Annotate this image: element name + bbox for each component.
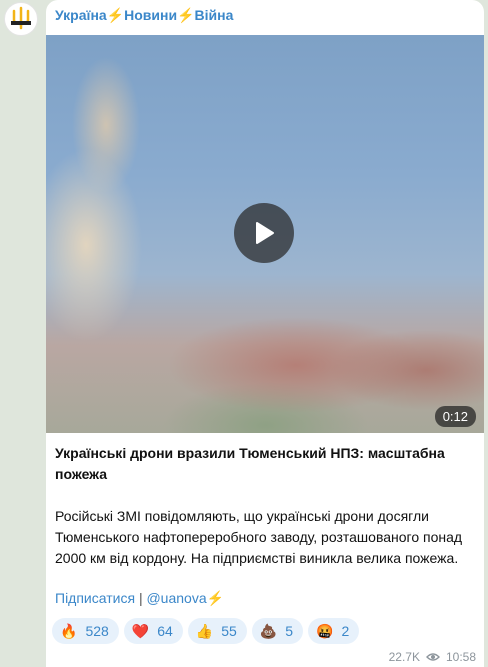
lightning-icon: ⚡ bbox=[106, 7, 125, 23]
subscribe-link[interactable]: Підписатися bbox=[55, 590, 135, 606]
thumbs-up-icon: 👍 bbox=[195, 623, 214, 639]
play-button[interactable] bbox=[234, 203, 294, 263]
reaction-thumbs-up[interactable]: 👍 55 bbox=[187, 618, 247, 644]
reaction-poop[interactable]: 💩 5 bbox=[251, 618, 304, 644]
post-headline: Українські дрони вразили Тюменський НПЗ:… bbox=[55, 445, 445, 482]
poop-icon: 💩 bbox=[259, 623, 278, 639]
reaction-angry[interactable]: 🤬 2 bbox=[308, 618, 360, 644]
message-bubble: Україна⚡Новини⚡Війна 0:12 Українські дро… bbox=[46, 0, 484, 667]
eye-icon bbox=[425, 653, 440, 661]
channel-name-part: Новини bbox=[124, 7, 178, 23]
reaction-count: 528 bbox=[85, 623, 109, 639]
channel-name[interactable]: Україна⚡Новини⚡Війна bbox=[55, 7, 233, 24]
channel-handle: @uanova bbox=[146, 590, 207, 606]
heart-icon: ❤️ bbox=[131, 623, 150, 639]
channel-avatar[interactable] bbox=[4, 2, 38, 36]
video-duration: 0:12 bbox=[434, 406, 476, 427]
view-count: 22.7K bbox=[388, 650, 420, 664]
fire-icon: 🔥 bbox=[60, 623, 78, 639]
post-links: Підписатися | @uanova⚡ bbox=[55, 590, 224, 607]
reactions-bar: 🔥 528 ❤️ 64 👍 55 💩 5 🤬 2 bbox=[52, 618, 360, 644]
channel-handle-link[interactable]: @uanova⚡ bbox=[146, 590, 224, 606]
message-time: 10:58 bbox=[445, 650, 476, 664]
trident-logo-icon bbox=[11, 6, 31, 30]
reaction-count: 55 bbox=[221, 623, 237, 639]
message-meta: 22.7K 10:58 bbox=[389, 650, 476, 664]
link-separator: | bbox=[138, 590, 143, 606]
channel-name-part: Україна bbox=[55, 7, 107, 23]
channel-name-part: Війна bbox=[194, 7, 234, 23]
video-preview[interactable]: 0:12 bbox=[46, 35, 484, 433]
lightning-icon: ⚡ bbox=[177, 7, 195, 23]
angry-face-icon: 🤬 bbox=[316, 623, 334, 639]
reaction-fire[interactable]: 🔥 528 bbox=[52, 618, 119, 644]
post-body: Російські ЗМІ повідомляють, що українськ… bbox=[55, 508, 463, 566]
play-icon bbox=[256, 222, 274, 244]
lightning-icon: ⚡ bbox=[206, 590, 225, 606]
reaction-heart[interactable]: ❤️ 64 bbox=[123, 618, 183, 644]
reaction-count: 2 bbox=[341, 623, 350, 639]
reaction-count: 5 bbox=[285, 623, 294, 639]
reaction-count: 64 bbox=[157, 623, 173, 639]
